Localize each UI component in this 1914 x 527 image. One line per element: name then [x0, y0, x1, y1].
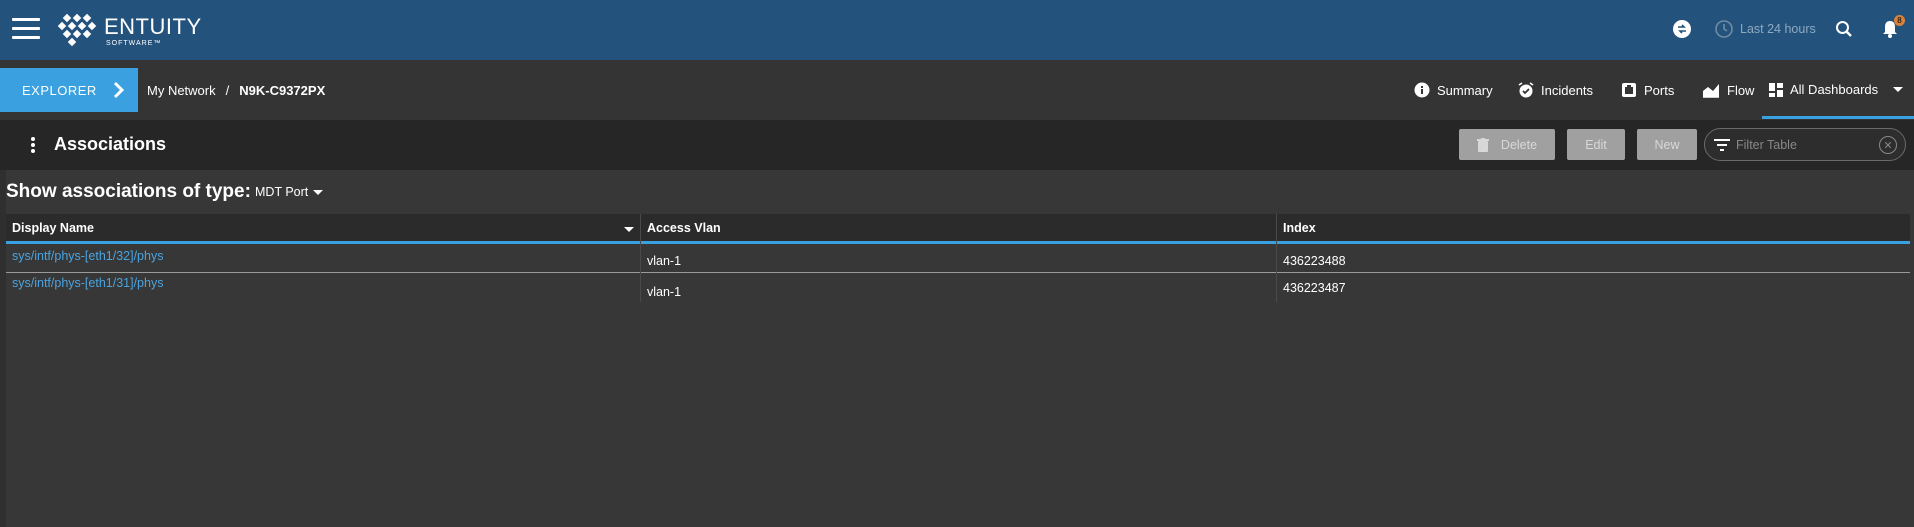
logo-mark-icon	[58, 13, 97, 47]
association-type-value: MDT Port	[255, 185, 309, 199]
tab-summary[interactable]: Summary	[1414, 82, 1493, 98]
panel-header: Associations Delete Edit New ✕	[0, 120, 1914, 170]
delete-button[interactable]: Delete	[1459, 129, 1555, 160]
association-type-dropdown[interactable]: MDT Port	[255, 185, 324, 199]
column-header-display-name-label: Display Name	[12, 221, 94, 235]
filter-table-input[interactable]	[1736, 137, 1876, 152]
tab-flow-label: Flow	[1727, 82, 1755, 98]
tab-all-dashboards[interactable]: All Dashboards	[1769, 82, 1911, 97]
clock-icon	[1714, 19, 1734, 39]
column-header-access-vlan[interactable]: Access Vlan	[641, 214, 1277, 244]
index-cell: 436223487	[1283, 281, 1346, 295]
associations-panel: Show associations of type: MDT Port Disp…	[6, 170, 1914, 527]
sort-desc-icon	[624, 227, 634, 232]
display-name-link[interactable]: sys/intf/phys-[eth1/31]/phys	[6, 273, 641, 302]
notification-badge: 8	[1894, 15, 1905, 26]
info-icon	[1414, 82, 1430, 98]
top-bar: ENTUITY SOFTWARE™ Last 24 hours 8	[0, 0, 1914, 60]
caret-down-icon	[313, 189, 324, 195]
delete-button-label: Delete	[1500, 137, 1538, 152]
filter-table-box: ✕	[1704, 128, 1906, 161]
tab-ports-label: Ports	[1644, 82, 1675, 98]
port-icon	[1622, 83, 1636, 97]
breadcrumb-current-device: N9K-C9372PX	[239, 83, 326, 98]
edit-button-label: Edit	[1585, 137, 1607, 152]
dashboard-icon	[1769, 82, 1783, 97]
entuity-logo[interactable]: ENTUITY SOFTWARE™	[58, 12, 202, 50]
column-header-access-vlan-label: Access Vlan	[647, 221, 721, 235]
table-header: Display Name Access Vlan Index	[6, 214, 1910, 244]
table-row[interactable]: sys/intf/phys-[eth1/32]/phys vlan-1 4362…	[6, 244, 1910, 273]
table-row[interactable]: sys/intf/phys-[eth1/31]/phys vlan-1 4362…	[6, 273, 1910, 302]
tab-incidents-label: Incidents	[1541, 82, 1594, 98]
alarm-icon	[1518, 82, 1534, 98]
tab-summary-label: Summary	[1437, 82, 1493, 98]
active-tab-indicator	[1762, 116, 1914, 119]
new-button[interactable]: New	[1637, 129, 1697, 160]
menu-icon[interactable]	[12, 18, 40, 40]
explorer-button[interactable]: EXPLORER	[0, 68, 138, 112]
tab-incidents[interactable]: Incidents	[1518, 82, 1593, 98]
chevron-down-icon	[1893, 86, 1904, 92]
page-title: Associations	[54, 134, 167, 154]
column-header-index-label: Index	[1283, 221, 1316, 235]
clear-filter-icon[interactable]: ✕	[1879, 136, 1897, 154]
display-name-link[interactable]: sys/intf/phys-[eth1/32]/phys	[6, 244, 641, 273]
brand-name: ENTUITY	[104, 13, 202, 39]
edit-button[interactable]: Edit	[1567, 129, 1625, 160]
sync-icon[interactable]	[1672, 19, 1692, 39]
kebab-menu-icon[interactable]	[30, 137, 36, 153]
filter-icon	[1714, 138, 1730, 151]
breadcrumb-my-network[interactable]: My Network	[147, 83, 216, 98]
breadcrumb-separator: /	[225, 83, 230, 98]
new-button-label: New	[1654, 137, 1680, 152]
brand-sub: SOFTWARE™	[106, 39, 162, 47]
tab-flow[interactable]: Flow	[1702, 82, 1754, 98]
tab-all-dashboards-label: All Dashboards	[1790, 82, 1879, 97]
access-vlan-cell: vlan-1	[641, 273, 1277, 302]
associations-type-label: Show associations of type:	[6, 181, 251, 202]
breadcrumb: My Network / N9K-C9372PX	[147, 83, 325, 98]
associations-table: Display Name Access Vlan Index sys/intf/…	[6, 214, 1910, 302]
access-vlan-cell: vlan-1	[641, 244, 1277, 273]
index-cell: 436223488	[1283, 254, 1346, 268]
time-range-selector[interactable]: Last 24 hours	[1740, 22, 1816, 36]
nav-bar: EXPLORER My Network / N9K-C9372PX Summar…	[0, 60, 1914, 120]
flow-icon	[1703, 84, 1719, 98]
chevron-right-icon	[113, 81, 124, 99]
explorer-label: EXPLORER	[22, 82, 97, 98]
trash-icon	[1476, 137, 1489, 152]
column-header-index[interactable]: Index	[1277, 214, 1910, 244]
column-header-display-name[interactable]: Display Name	[6, 214, 641, 244]
search-icon[interactable]	[1834, 19, 1854, 39]
tab-ports[interactable]: Ports	[1621, 82, 1674, 98]
